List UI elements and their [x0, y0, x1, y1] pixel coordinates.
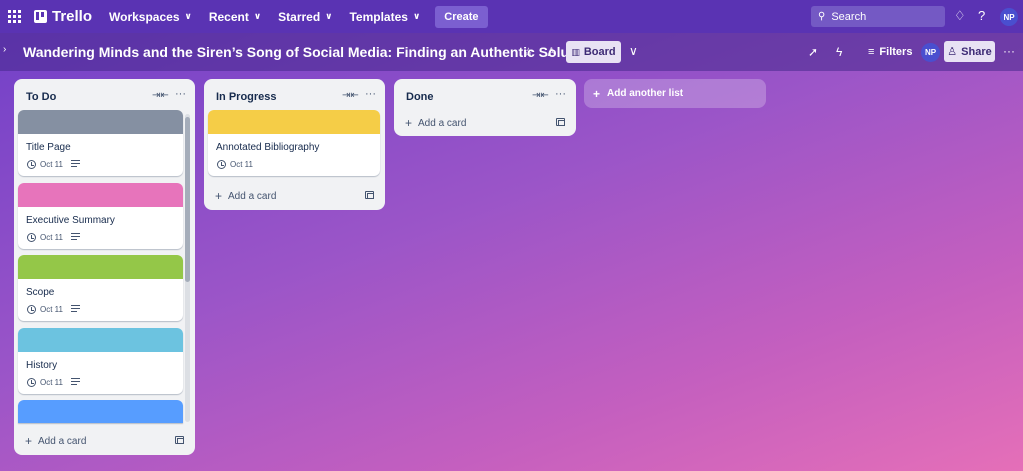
clock-icon: [27, 233, 36, 242]
visibility-icon[interactable]: ♙: [546, 45, 557, 59]
user-avatar[interactable]: NP: [1000, 8, 1018, 26]
help-icon[interactable]: ?: [978, 8, 985, 23]
nav-starred[interactable]: Starred ∨: [278, 10, 332, 24]
list-menu-icon[interactable]: ···: [555, 88, 566, 100]
board-title[interactable]: Wandering Minds and the Siren’s Song of …: [23, 44, 595, 60]
card-cover: [18, 183, 183, 207]
card-title-page[interactable]: Title Page Oct 11: [18, 110, 183, 176]
card-badges: Oct 11: [27, 378, 80, 387]
description-icon: [70, 378, 80, 387]
card-badges: Oct 11: [217, 160, 253, 169]
trello-logo-icon: [34, 10, 47, 23]
plus-icon: +: [25, 434, 33, 448]
expand-sidebar-icon[interactable]: ›: [3, 44, 6, 55]
nav-workspaces[interactable]: Workspaces ∨: [109, 10, 192, 24]
card-badges: Oct 11: [27, 305, 80, 314]
add-another-list-button[interactable]: + Add another list: [584, 79, 766, 108]
nav-templates[interactable]: Templates ∨: [349, 10, 420, 24]
due-date: Oct 11: [40, 378, 63, 387]
card-cover: [18, 110, 183, 134]
clock-icon: [27, 378, 36, 387]
card-title: Executive Summary: [26, 215, 115, 226]
member-avatar[interactable]: NP: [921, 43, 940, 62]
chevron-down-icon: ∨: [184, 11, 192, 21]
list-menu-icon[interactable]: ···: [365, 88, 376, 100]
app-name: Trello: [52, 8, 93, 25]
due-date: Oct 11: [40, 233, 63, 242]
chevron-down-icon: ∨: [253, 11, 262, 21]
clock-icon: [217, 160, 226, 169]
search-icon: ⚲: [818, 11, 826, 22]
star-icon[interactable]: ☆: [523, 45, 534, 59]
list-title[interactable]: Done: [406, 91, 434, 103]
description-icon: [70, 233, 80, 242]
card-template-icon[interactable]: [556, 118, 565, 126]
card-title: History: [26, 360, 58, 371]
app-switcher-icon[interactable]: [8, 9, 22, 24]
card-scope[interactable]: Scope Oct 11: [18, 255, 183, 321]
share-button[interactable]: ♙ Share: [944, 41, 995, 62]
card-cover: [208, 110, 380, 134]
card-partial[interactable]: [18, 400, 183, 423]
plus-icon: +: [405, 116, 413, 130]
add-card-button[interactable]: + Add a card: [405, 116, 466, 130]
plus-icon: +: [593, 86, 601, 101]
card-template-icon[interactable]: [175, 436, 184, 444]
card-template-icon[interactable]: [365, 191, 374, 199]
chevron-down-icon: ∨: [412, 11, 421, 21]
board-icon: ▥: [571, 46, 580, 57]
list-title[interactable]: In Progress: [216, 91, 277, 103]
add-card-button[interactable]: + Add a card: [25, 434, 86, 448]
list-scrollbar-thumb[interactable]: [185, 117, 190, 282]
clock-icon: [27, 160, 36, 169]
share-person-icon: ♙: [947, 46, 958, 58]
add-card-button[interactable]: + Add a card: [215, 189, 276, 203]
due-date: Oct 11: [230, 160, 253, 169]
card-title: Scope: [26, 287, 55, 298]
card-badges: Oct 11: [27, 160, 80, 169]
card-badges: Oct 11: [27, 233, 80, 242]
card-cover: [18, 255, 183, 279]
chevron-down-icon[interactable]: ∨: [629, 44, 638, 58]
more-options-icon[interactable]: ···: [1003, 44, 1015, 58]
list-menu-icon[interactable]: ···: [175, 88, 186, 100]
collapse-list-icon[interactable]: ⇥⇤: [152, 90, 169, 101]
trello-logo[interactable]: Trello: [34, 8, 92, 25]
chevron-down-icon: ∨: [325, 11, 333, 21]
card-history[interactable]: History Oct 11: [18, 328, 183, 394]
filter-icon: ≡: [868, 46, 875, 58]
card-title: Annotated Bibliography: [216, 142, 320, 153]
list-title[interactable]: To Do: [26, 91, 56, 103]
create-button[interactable]: Create: [435, 5, 488, 28]
power-ups-icon[interactable]: ➚: [808, 45, 818, 59]
clock-icon: [27, 305, 36, 314]
card-annotated-bibliography[interactable]: Annotated Bibliography Oct 11: [208, 110, 380, 176]
search-placeholder: Search: [831, 10, 867, 23]
collapse-list-icon[interactable]: ⇥⇤: [342, 90, 359, 101]
search-input[interactable]: ⚲ Search: [811, 6, 945, 27]
collapse-list-icon[interactable]: ⇥⇤: [532, 90, 549, 101]
card-title: Title Page: [26, 142, 71, 153]
card-cover: [18, 328, 183, 352]
board-view-button[interactable]: ▥ Board: [566, 41, 621, 63]
plus-icon: +: [215, 189, 223, 203]
nav-recent[interactable]: Recent ∨: [209, 10, 261, 24]
description-icon: [70, 160, 80, 169]
description-icon: [70, 305, 80, 314]
card-cover: [18, 400, 183, 423]
automation-icon[interactable]: ϟ: [836, 45, 842, 59]
notifications-icon[interactable]: ♢: [954, 8, 966, 24]
due-date: Oct 11: [40, 305, 63, 314]
filters-button[interactable]: ≡ Filters: [868, 46, 912, 58]
due-date: Oct 11: [40, 160, 63, 169]
card-executive-summary[interactable]: Executive Summary Oct 11: [18, 183, 183, 249]
